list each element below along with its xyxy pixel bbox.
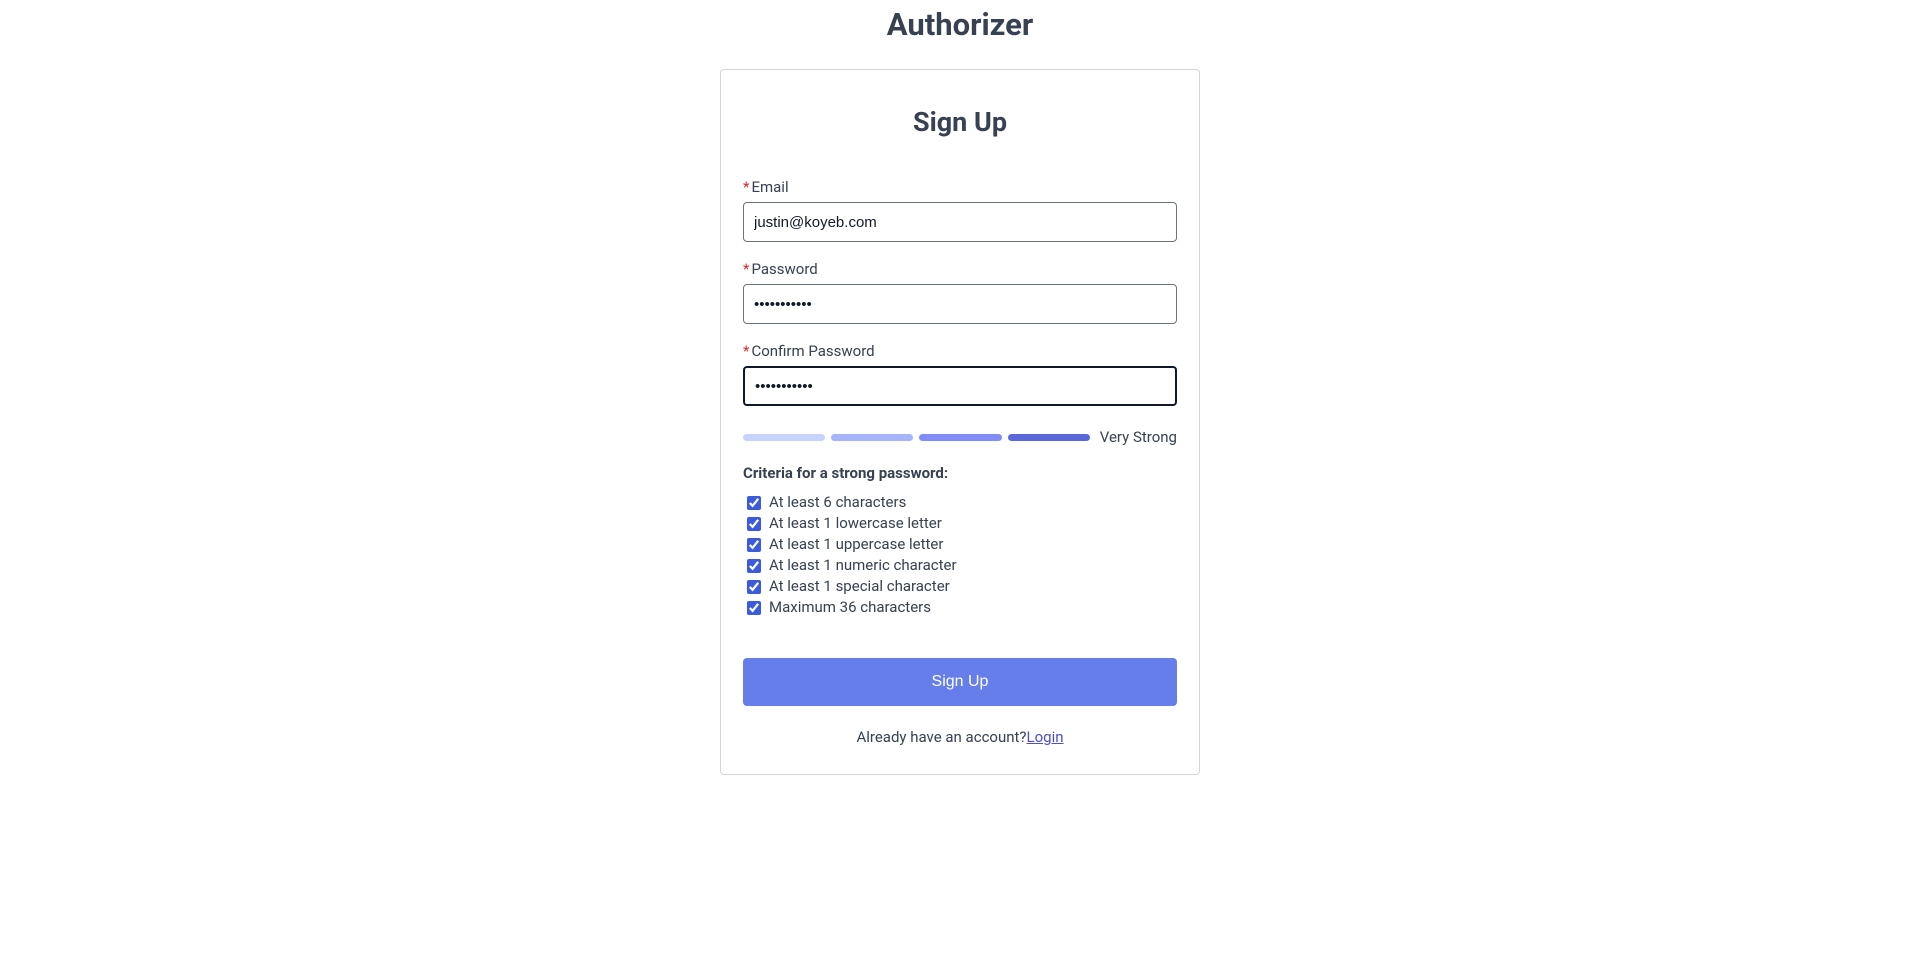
footer-prompt: Already have an account? bbox=[856, 728, 1026, 746]
check-icon bbox=[747, 580, 761, 594]
strength-bar-3 bbox=[919, 434, 1001, 441]
password-label-text: Password bbox=[751, 260, 817, 278]
check-icon bbox=[747, 496, 761, 510]
strength-bar-1 bbox=[743, 434, 825, 441]
email-label-text: Email bbox=[751, 178, 788, 196]
criteria-text: Maximum 36 characters bbox=[769, 597, 931, 618]
confirm-password-field[interactable] bbox=[743, 366, 1177, 406]
criteria-text: At least 1 lowercase letter bbox=[769, 513, 942, 534]
criteria-title: Criteria for a strong password: bbox=[743, 464, 1177, 482]
password-strength-meter: Very Strong bbox=[743, 428, 1177, 446]
login-link[interactable]: Login bbox=[1027, 728, 1064, 746]
email-group: *Email bbox=[743, 178, 1177, 242]
required-star-icon: * bbox=[743, 260, 749, 278]
criteria-item: At least 1 numeric character bbox=[747, 555, 1177, 576]
strength-label: Very Strong bbox=[1100, 428, 1177, 446]
password-group: *Password bbox=[743, 260, 1177, 324]
criteria-item: At least 6 characters bbox=[747, 492, 1177, 513]
criteria-list: At least 6 characters At least 1 lowerca… bbox=[743, 492, 1177, 618]
required-star-icon: * bbox=[743, 342, 749, 360]
criteria-text: At least 6 characters bbox=[769, 492, 906, 513]
confirm-password-label: *Confirm Password bbox=[743, 342, 1177, 360]
signup-card: Sign Up *Email *Password *Confirm Passwo… bbox=[720, 69, 1200, 775]
password-label: *Password bbox=[743, 260, 1177, 278]
criteria-item: Maximum 36 characters bbox=[747, 597, 1177, 618]
email-label: *Email bbox=[743, 178, 1177, 196]
required-star-icon: * bbox=[743, 178, 749, 196]
confirm-password-label-text: Confirm Password bbox=[751, 342, 874, 360]
check-icon bbox=[747, 538, 761, 552]
page-title: Authorizer bbox=[0, 0, 1920, 47]
check-icon bbox=[747, 601, 761, 615]
strength-bar-4 bbox=[1008, 434, 1090, 441]
criteria-item: At least 1 lowercase letter bbox=[747, 513, 1177, 534]
email-field[interactable] bbox=[743, 202, 1177, 242]
password-field[interactable] bbox=[743, 284, 1177, 324]
confirm-password-group: *Confirm Password bbox=[743, 342, 1177, 406]
form-title: Sign Up bbox=[743, 106, 1177, 138]
check-icon bbox=[747, 559, 761, 573]
criteria-item: At least 1 special character bbox=[747, 576, 1177, 597]
criteria-text: At least 1 special character bbox=[769, 576, 950, 597]
strength-bar-2 bbox=[831, 434, 913, 441]
criteria-item: At least 1 uppercase letter bbox=[747, 534, 1177, 555]
criteria-text: At least 1 uppercase letter bbox=[769, 534, 943, 555]
criteria-text: At least 1 numeric character bbox=[769, 555, 957, 576]
signup-button[interactable]: Sign Up bbox=[743, 658, 1177, 706]
footer-text: Already have an account?Login bbox=[743, 728, 1177, 746]
check-icon bbox=[747, 517, 761, 531]
